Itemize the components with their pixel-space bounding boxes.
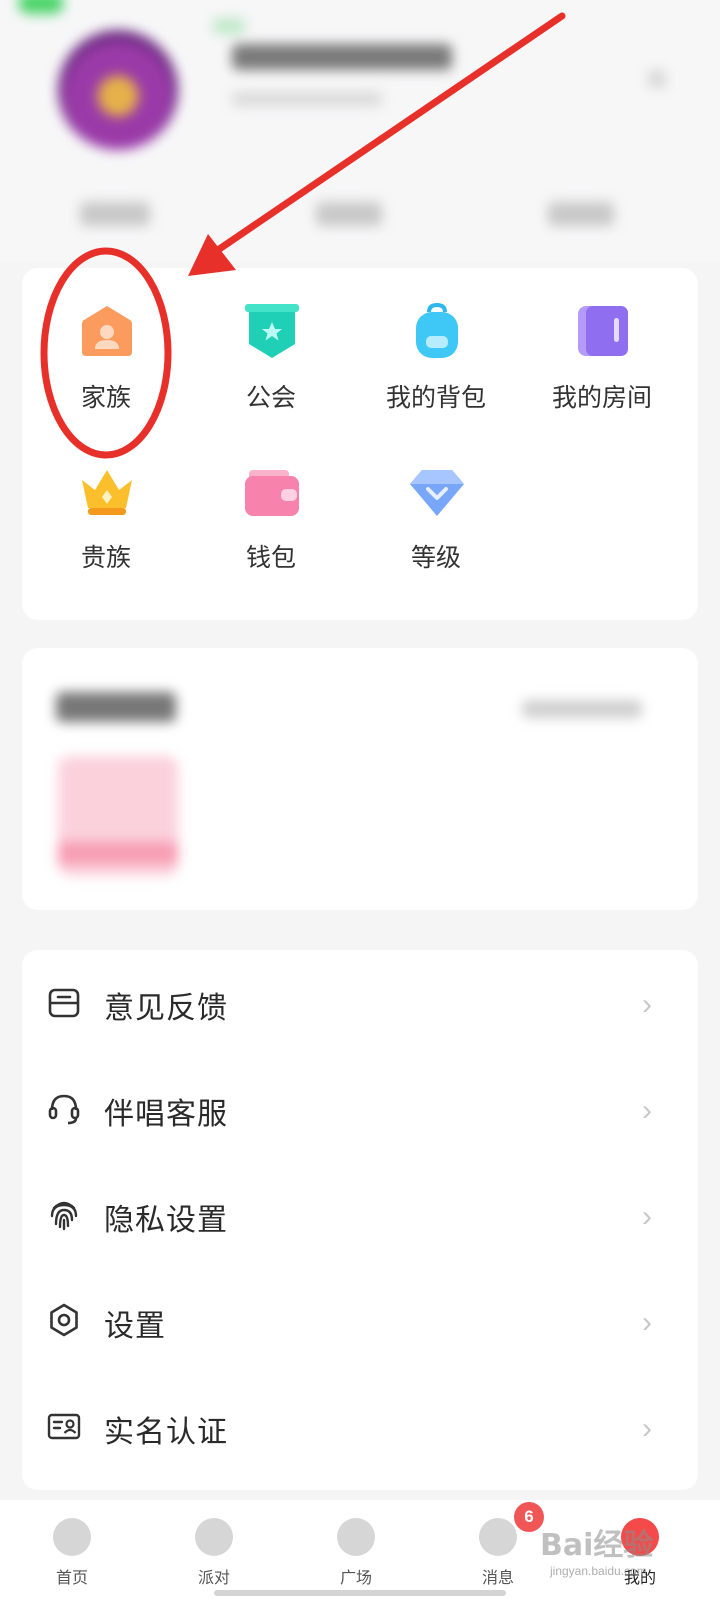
menu-item-settings[interactable]: 设置 › — [22, 1268, 698, 1376]
grid-item-label: 等级 — [410, 544, 461, 572]
grid-item-wallet[interactable]: 钱包 — [187, 428, 355, 578]
nav-item-party[interactable]: 派对 — [154, 1510, 274, 1596]
family-icon — [82, 306, 132, 356]
watermark-logo: Bai经验 — [540, 1528, 654, 1563]
wallet-icon — [245, 470, 299, 516]
square-icon — [337, 1518, 375, 1556]
grid-item-label: 我的背包 — [385, 384, 486, 412]
collection-more-blurred[interactable] — [522, 700, 642, 718]
chevron-right-icon: › — [642, 1200, 652, 1233]
grid-item-label: 钱包 — [245, 544, 296, 572]
nav-item-label: 派对 — [197, 1570, 230, 1587]
function-grid: 家族 公会 我的背包 我的房间 贵族 钱包 等级 — [22, 268, 698, 620]
grid-item-label: 家族 — [80, 384, 131, 412]
menu-item-label: 伴唱客服 — [104, 1098, 228, 1131]
menu-list: 意见反馈 › 伴唱客服 › 隐私设置 › 设置 › 实名认证 › — [22, 950, 698, 1490]
grid-item-nobility[interactable]: 贵族 — [22, 428, 190, 578]
stat-following-blurred[interactable] — [80, 202, 150, 226]
backpack-icon — [416, 302, 458, 358]
online-status-dot — [18, 0, 64, 14]
grid-item-label: 公会 — [245, 384, 296, 412]
grid-item-label: 我的房间 — [551, 384, 652, 412]
home-indicator[interactable] — [214, 1590, 506, 1596]
chevron-right-icon: › — [642, 988, 652, 1021]
baidu-jingyan-watermark: Bai经验 jingyan.baidu.com — [540, 1506, 710, 1596]
nav-item-label: 广场 — [339, 1570, 372, 1587]
avatar[interactable] — [58, 30, 178, 150]
profile-id-blurred — [232, 92, 382, 106]
guild-icon — [245, 304, 299, 358]
home-icon — [53, 1518, 91, 1556]
stat-visitors-blurred[interactable] — [548, 202, 614, 226]
gear-icon — [50, 1303, 78, 1337]
menu-item-real-name[interactable]: 实名认证 › — [22, 1374, 698, 1482]
collection-thumbnail[interactable] — [58, 756, 178, 876]
headset-icon — [48, 1094, 80, 1125]
grid-item-family[interactable]: 家族 — [22, 268, 190, 418]
grid-item-backpack[interactable]: 我的背包 — [352, 268, 520, 418]
grid-item-room[interactable]: 我的房间 — [518, 268, 686, 418]
user-level-badge — [212, 18, 246, 34]
chevron-right-icon: › — [642, 1412, 652, 1445]
menu-item-label: 隐私设置 — [104, 1204, 228, 1237]
menu-item-feedback[interactable]: 意见反馈 › — [22, 950, 698, 1058]
id-card-icon — [47, 1413, 81, 1440]
room-icon — [578, 306, 628, 356]
chevron-right-icon: › — [642, 1094, 652, 1127]
nav-item-label: 首页 — [55, 1570, 88, 1587]
grid-item-guild[interactable]: 公会 — [187, 268, 355, 418]
message-icon — [479, 1518, 517, 1556]
nav-item-square[interactable]: 广场 — [296, 1510, 416, 1596]
fingerprint-icon — [50, 1201, 78, 1231]
collection-section — [22, 648, 698, 910]
menu-item-label: 设置 — [104, 1310, 166, 1343]
menu-item-label: 实名认证 — [104, 1416, 228, 1449]
menu-item-privacy[interactable]: 隐私设置 › — [22, 1162, 698, 1270]
grid-item-label: 贵族 — [80, 544, 131, 572]
chevron-right-icon: › — [642, 1306, 652, 1339]
profile-header — [0, 0, 720, 262]
collection-title-blurred — [56, 692, 176, 722]
grid-item-level[interactable]: 等级 — [352, 428, 520, 578]
profile-name-blurred[interactable] — [232, 44, 452, 70]
feedback-icon — [48, 988, 80, 1018]
diamond-icon — [410, 470, 464, 516]
nav-item-home[interactable]: 首页 — [12, 1510, 132, 1596]
stat-fans-blurred[interactable] — [316, 202, 382, 226]
crown-icon — [82, 470, 132, 515]
watermark-url: jingyan.baidu.com — [550, 1564, 647, 1578]
menu-item-customer-service[interactable]: 伴唱客服 › — [22, 1056, 698, 1164]
party-icon — [195, 1518, 233, 1556]
menu-item-label: 意见反馈 — [104, 992, 228, 1025]
profile-chevron-icon[interactable] — [648, 70, 666, 88]
